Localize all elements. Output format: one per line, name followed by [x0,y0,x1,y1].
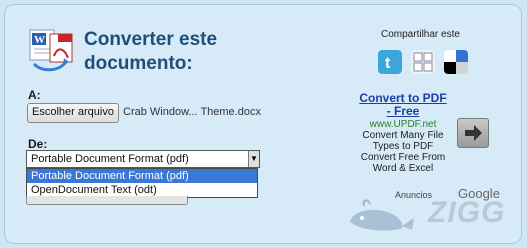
upload-label: A: [28,88,41,102]
svg-text:t: t [385,55,391,72]
page-title-line2: documento: [84,53,193,74]
ad-headline-line2[interactable]: - Free [353,105,453,118]
ad-line: Convert Free From [360,152,446,163]
ad-line: Word & Excel [372,163,434,174]
format-dropdown-list: Portable Document Format (pdf) OpenDocum… [26,168,258,198]
whale-watermark-icon [350,199,414,231]
twitter-icon[interactable]: t [378,50,402,74]
convert-document-button[interactable] [26,196,188,205]
share-label: Compartilhar este [381,29,460,40]
svg-text:W: W [34,34,45,46]
watermark-logo: ZIGG [428,196,506,229]
choose-file-button[interactable]: Escolher arquivo [27,103,119,123]
arrow-right-icon[interactable] [457,118,489,148]
ad-line: Convert Many File [362,130,444,141]
format-select[interactable]: Portable Document Format (pdf) ▼ [26,150,260,168]
ad-headline-link[interactable]: Convert to PDF - Free [353,92,453,118]
format-select-value: Portable Document Format (pdf) [31,153,189,165]
ad-url[interactable]: www.UPDF.net [353,119,453,130]
format-option-pdf[interactable]: Portable Document Format (pdf) [27,169,257,183]
ad-line: Types to PDF [372,141,434,152]
format-label: De: [28,137,48,151]
orkut-icon[interactable] [411,50,435,74]
page-title: Converter este documento: [84,28,284,76]
chevron-down-icon[interactable]: ▼ [248,151,259,167]
delicious-icon[interactable] [444,50,468,74]
page-title-line1: Converter este [84,29,218,50]
selected-file-name: Crab Window... Theme.docx [123,106,261,118]
ad-description: Convert Many File Types to PDF Convert F… [353,130,453,174]
document-converter-logo-icon: W [29,29,73,72]
format-option-odt[interactable]: OpenDocument Text (odt) [27,183,257,197]
